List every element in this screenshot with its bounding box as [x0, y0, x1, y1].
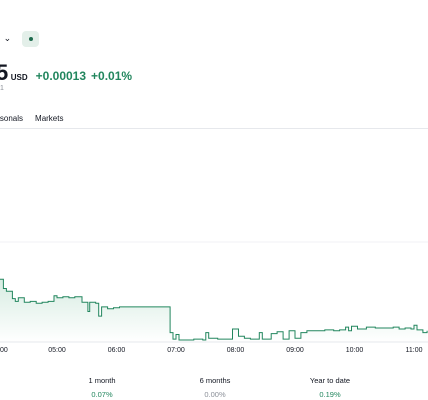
- tab-markets[interactable]: Markets: [35, 114, 63, 123]
- performance-strip: 1 month 0.07% 6 months 0.00% Year to dat…: [0, 376, 428, 400]
- tab-bar: easonals Markets: [0, 114, 63, 123]
- x-axis-ticks: 00 05:00 06:00 07:00 08:00 09:00 10:00 11:00: [0, 347, 423, 354]
- live-status-button[interactable]: [22, 31, 39, 47]
- x-tick-label: 10:00: [346, 347, 364, 354]
- perf-6-months[interactable]: 6 months 0.00%: [175, 376, 255, 399]
- tabs-divider: [0, 128, 428, 129]
- x-tick-label: 00: [0, 347, 8, 354]
- perf-label: Year to date: [309, 376, 351, 385]
- perf-value: 0.00%: [204, 390, 226, 399]
- last-price: 5: [0, 60, 8, 85]
- exchange-select[interactable]: e ⌄: [0, 33, 12, 44]
- currency-label: USD: [10, 73, 28, 82]
- x-tick-label: 07:00: [167, 347, 185, 354]
- perf-value: 0.07%: [91, 390, 113, 399]
- perf-year-to-date[interactable]: Year to date 0.19%: [290, 376, 370, 399]
- x-tick-label: 08:00: [227, 347, 245, 354]
- perf-value: 0.19%: [319, 390, 341, 399]
- x-tick-label: 06:00: [108, 347, 126, 354]
- perf-1-month[interactable]: 1 month 0.07%: [62, 376, 142, 399]
- tab-seasonals[interactable]: easonals: [0, 114, 23, 123]
- price-chart[interactable]: 00 05:00 06:00 07:00 08:00 09:00 10:00 11:00: [0, 130, 428, 360]
- perf-label: 1 month: [88, 376, 116, 385]
- quote-row: 5 USD +0.00013 +0.01%: [0, 60, 132, 86]
- price-chart-svg: 00 05:00 06:00 07:00 08:00 09:00 10:00 11:00: [0, 241, 428, 354]
- price-area: [0, 279, 428, 342]
- price-change: +0.00013: [35, 69, 87, 83]
- dot-icon: [28, 37, 33, 41]
- perf-label: 6 months: [199, 376, 231, 385]
- x-tick-label: 11:00: [406, 347, 423, 354]
- x-tick-label: 09:00: [286, 347, 304, 354]
- price-change-percent: +0.01%: [91, 69, 133, 83]
- x-tick-label: 05:00: [48, 347, 66, 354]
- chevron-down-icon: ⌄: [3, 33, 12, 43]
- market-status-text: 1: [0, 85, 4, 92]
